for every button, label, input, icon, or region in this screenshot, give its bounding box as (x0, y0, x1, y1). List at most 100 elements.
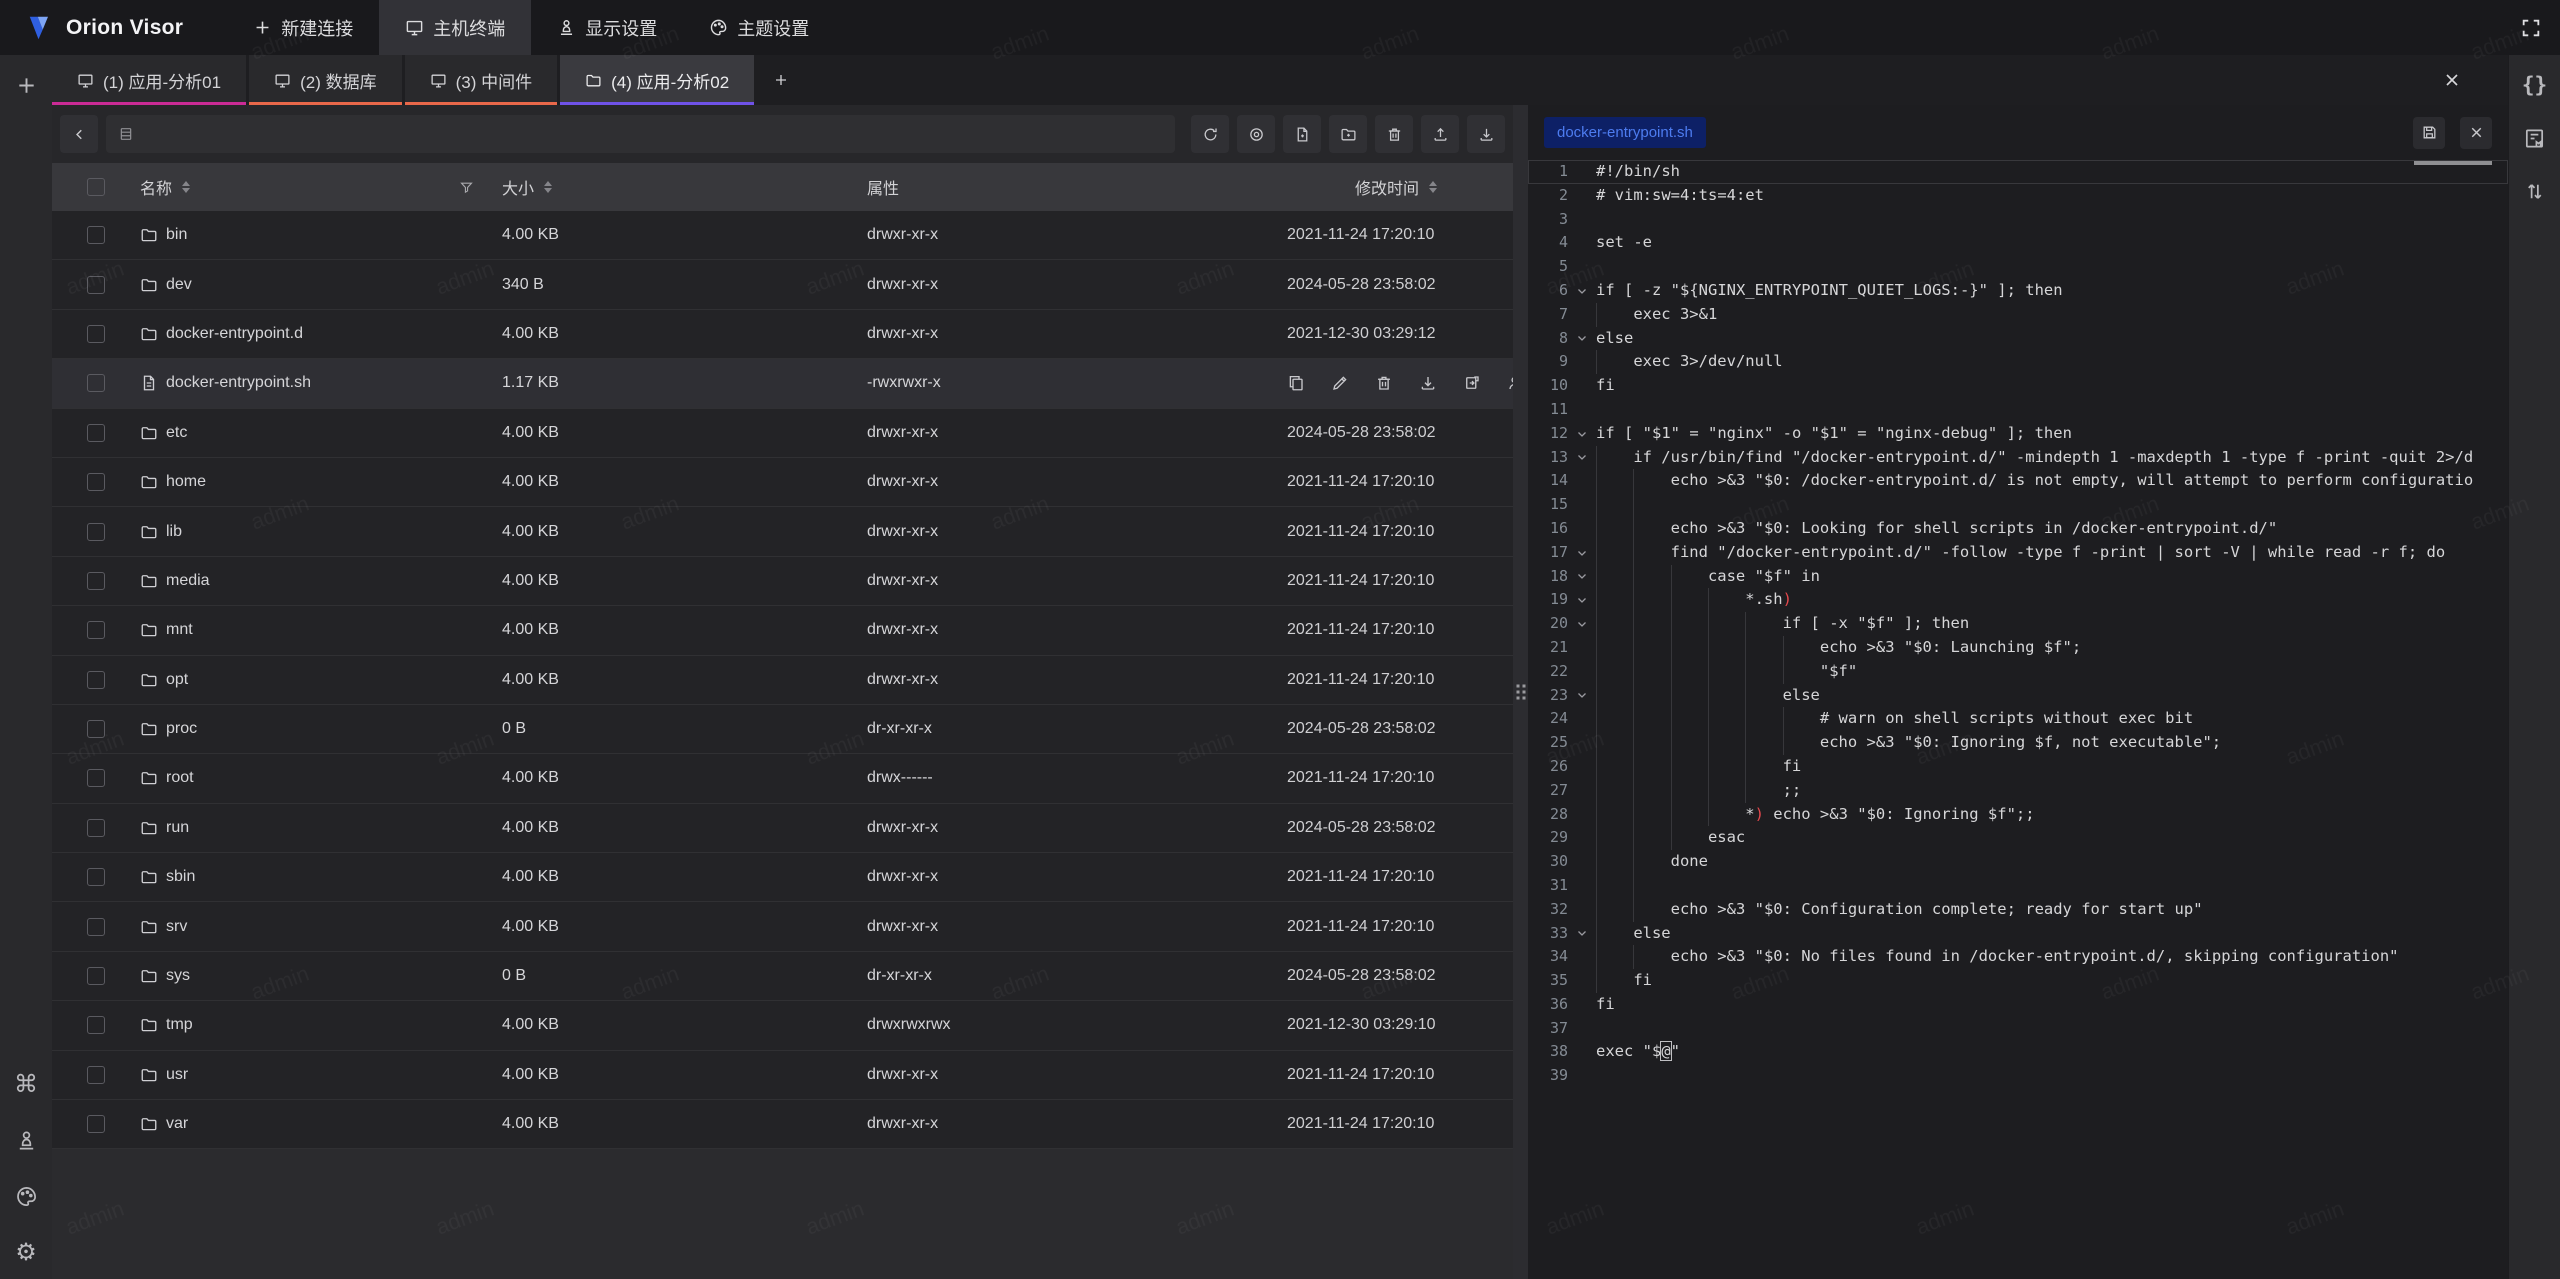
edit-action-button[interactable] (1331, 374, 1349, 392)
file-row[interactable]: sys0 Bdr-xr-xr-x2024-05-28 23:58:02 (52, 952, 1513, 1001)
row-checkbox[interactable] (87, 621, 105, 639)
copy-action-button[interactable] (1287, 374, 1305, 392)
refresh-button[interactable] (1191, 115, 1229, 153)
row-checkbox[interactable] (87, 819, 105, 837)
fold-toggle[interactable] (1568, 327, 1596, 351)
row-checkbox[interactable] (87, 424, 105, 442)
filter-icon[interactable] (459, 180, 474, 195)
file-name-cell[interactable]: mnt (140, 621, 502, 639)
file-name-cell[interactable]: srv (140, 918, 502, 936)
select-all-checkbox[interactable] (87, 178, 105, 196)
file-name-cell[interactable]: sbin (140, 868, 502, 886)
delete-action-button[interactable] (1375, 374, 1393, 392)
save-button[interactable] (2413, 117, 2445, 149)
file-row[interactable]: srv4.00 KBdrwxr-xr-x2021-11-24 17:20:10 (52, 902, 1513, 951)
fold-toggle[interactable] (1568, 922, 1596, 946)
nav-item-3[interactable]: 显示设置 (531, 0, 683, 55)
file-name-cell[interactable]: media (140, 572, 502, 590)
nav-item-2[interactable]: 主机终端 (379, 0, 531, 55)
fold-toggle[interactable] (1568, 565, 1596, 589)
nav-item-1[interactable]: 新建连接 (227, 0, 379, 55)
download-button[interactable] (1467, 115, 1505, 153)
file-row[interactable]: docker-entrypoint.d4.00 KBdrwxr-xr-x2021… (52, 310, 1513, 359)
row-checkbox[interactable] (87, 572, 105, 590)
row-checkbox[interactable] (87, 769, 105, 787)
terminal-tab-1[interactable]: (1) 应用-分析01 (52, 55, 246, 105)
brand[interactable]: Orion Visor (26, 0, 183, 55)
file-row[interactable]: bin4.00 KBdrwxr-xr-x2021-11-24 17:20:10 (52, 211, 1513, 260)
row-checkbox[interactable] (87, 1066, 105, 1084)
nav-item-4[interactable]: 主题设置 (683, 0, 835, 55)
file-name-cell[interactable]: docker-entrypoint.d (140, 325, 502, 343)
file-name-cell[interactable]: tmp (140, 1016, 502, 1034)
file-row[interactable]: docker-entrypoint.sh1.17 KB-rwxrwxr-x (52, 359, 1513, 408)
row-checkbox[interactable] (87, 374, 105, 392)
create-file-button[interactable] (1283, 115, 1321, 153)
file-name-cell[interactable]: sys (140, 967, 502, 985)
new-connection-button[interactable] (14, 73, 38, 97)
file-row[interactable]: proc0 Bdr-xr-xr-x2024-05-28 23:58:02 (52, 705, 1513, 754)
command-button[interactable]: ⌘ (14, 1072, 38, 1096)
row-checkbox[interactable] (87, 226, 105, 244)
preview-button[interactable] (1237, 115, 1275, 153)
palette-button[interactable] (14, 1184, 38, 1208)
download-action-button[interactable] (1419, 374, 1437, 392)
sort-control[interactable] (182, 181, 190, 193)
file-row[interactable]: etc4.00 KBdrwxr-xr-x2024-05-28 23:58:02 (52, 409, 1513, 458)
add-tab-button[interactable] (757, 55, 805, 105)
file-name-cell[interactable]: opt (140, 671, 502, 689)
row-checkbox[interactable] (87, 523, 105, 541)
terminal-tab-4[interactable]: (4) 应用-分析02 (560, 55, 754, 105)
move-action-button[interactable] (1463, 374, 1481, 392)
sort-control[interactable] (1429, 181, 1437, 193)
file-bookmark-button[interactable] (2523, 126, 2547, 150)
tabbar-close-button[interactable] (2442, 70, 2462, 90)
row-checkbox[interactable] (87, 868, 105, 886)
gear-button[interactable]: ⚙ (14, 1240, 38, 1264)
delete-button[interactable] (1375, 115, 1413, 153)
file-name-cell[interactable]: run (140, 819, 502, 837)
fold-toggle[interactable] (1568, 541, 1596, 565)
row-checkbox[interactable] (87, 720, 105, 738)
file-name-cell[interactable]: usr (140, 1066, 502, 1084)
code-editor[interactable]: 1#!/bin/sh2# vim:sw=4:ts=4:et34set -e56i… (1528, 160, 2508, 1279)
file-row[interactable]: sbin4.00 KBdrwxr-xr-x2021-11-24 17:20:10 (52, 853, 1513, 902)
file-row[interactable]: run4.00 KBdrwxr-xr-x2024-05-28 23:58:02 (52, 804, 1513, 853)
file-name-cell[interactable]: home (140, 473, 502, 491)
file-name-cell[interactable]: lib (140, 523, 502, 541)
file-name-cell[interactable]: dev (140, 276, 502, 294)
row-checkbox[interactable] (87, 276, 105, 294)
row-checkbox[interactable] (87, 473, 105, 491)
file-row[interactable]: dev340 Bdrwxr-xr-x2024-05-28 23:58:02 (52, 260, 1513, 309)
fold-toggle[interactable] (1568, 279, 1596, 303)
editor-scrollbar-thumb[interactable] (2414, 161, 2492, 165)
fold-toggle[interactable] (1568, 684, 1596, 708)
braces-button[interactable]: {} (2523, 73, 2547, 97)
file-row[interactable]: home4.00 KBdrwxr-xr-x2021-11-24 17:20:10 (52, 458, 1513, 507)
fullscreen-button[interactable] (2502, 0, 2560, 55)
file-name-cell[interactable]: bin (140, 226, 502, 244)
row-checkbox[interactable] (87, 671, 105, 689)
file-row[interactable]: tmp4.00 KBdrwxrwxrwx2021-12-30 03:29:10 (52, 1001, 1513, 1050)
row-checkbox[interactable] (87, 918, 105, 936)
file-row[interactable]: lib4.00 KBdrwxr-xr-x2021-11-24 17:20:10 (52, 507, 1513, 556)
back-button[interactable] (60, 115, 98, 153)
file-name-cell[interactable]: etc (140, 424, 502, 442)
row-checkbox[interactable] (87, 1115, 105, 1133)
file-name-cell[interactable]: proc (140, 720, 502, 738)
swap-vertical-button[interactable] (2523, 179, 2547, 203)
close-editor-button[interactable] (2460, 117, 2492, 149)
file-row[interactable]: opt4.00 KBdrwxr-xr-x2021-11-24 17:20:10 (52, 656, 1513, 705)
row-checkbox[interactable] (87, 967, 105, 985)
panel-resize-handle[interactable] (1513, 105, 1528, 1279)
file-row[interactable]: mnt4.00 KBdrwxr-xr-x2021-11-24 17:20:10 (52, 606, 1513, 655)
file-name-cell[interactable]: var (140, 1115, 502, 1133)
terminal-tab-2[interactable]: (2) 数据库 (249, 55, 402, 105)
fold-toggle[interactable] (1568, 422, 1596, 446)
file-row[interactable]: media4.00 KBdrwxr-xr-x2021-11-24 17:20:1… (52, 557, 1513, 606)
file-row[interactable]: root4.00 KBdrwx------2021-11-24 17:20:10 (52, 754, 1513, 803)
file-name-cell[interactable]: docker-entrypoint.sh (140, 374, 502, 392)
path-input[interactable] (106, 115, 1175, 153)
upload-button[interactable] (1421, 115, 1459, 153)
column-header-mtime[interactable]: 修改时间 (1237, 175, 1513, 199)
